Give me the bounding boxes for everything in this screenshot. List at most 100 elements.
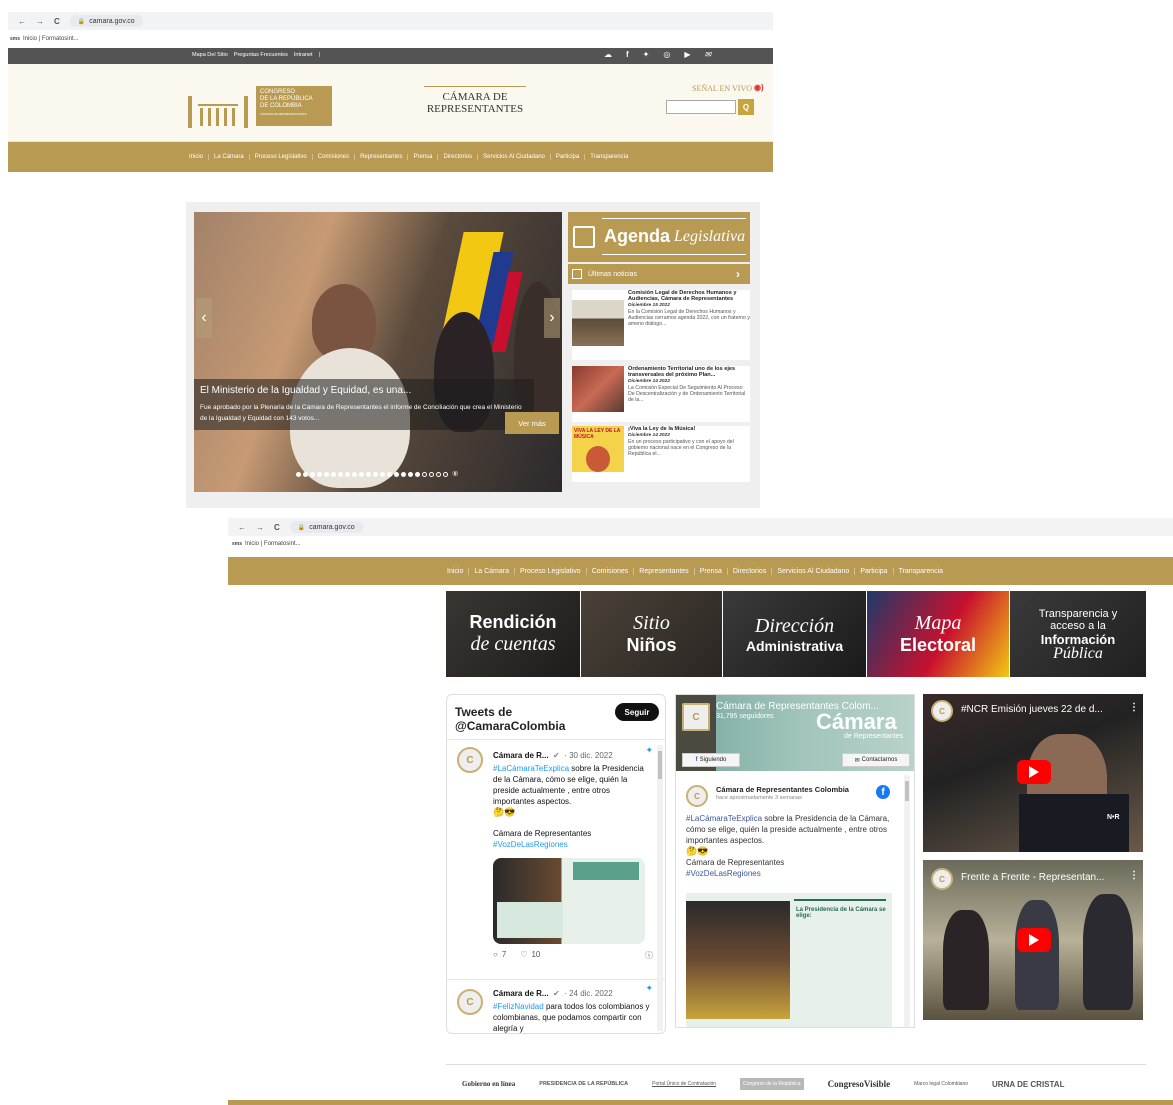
link-mapa-sitio[interactable]: Mapa Del Sitio <box>192 52 228 58</box>
slider-dot[interactable] <box>331 472 336 477</box>
play-button[interactable] <box>1017 760 1051 784</box>
nav-transparencia[interactable]: Transparencia <box>584 154 633 160</box>
tweet[interactable]: C Cámara de R... ✔ · 30 dic. 2022 ✦ #LaC… <box>457 745 653 975</box>
urna-de-cristal-logo[interactable]: URNA DE CRISTAL <box>992 1080 1064 1089</box>
nav-inicio[interactable]: Inicio <box>442 568 468 575</box>
slider-dot[interactable] <box>359 472 364 477</box>
tweet-author[interactable]: Cámara de R... <box>493 989 549 998</box>
slider-dot[interactable] <box>324 472 329 477</box>
more-options-icon[interactable]: ⋮ <box>1129 702 1139 713</box>
tile-transparencia[interactable]: Transparencia y acceso a la Información … <box>1010 591 1146 677</box>
nav-prensa[interactable]: Prensa <box>407 154 437 160</box>
address-bar[interactable]: 🔒 camara.gov.co <box>69 15 143 27</box>
tweet-author[interactable]: Cámara de R... <box>493 751 549 760</box>
slider-dot[interactable] <box>394 472 399 477</box>
tile-sitio-ninos[interactable]: Sitio Niños <box>581 591 722 677</box>
nav-representantes[interactable]: Representantes <box>354 154 407 160</box>
hashtag-link[interactable]: #LaCámaraTeExplica <box>686 814 762 823</box>
follow-button[interactable]: Seguir <box>615 703 659 721</box>
congreso-visible-logo[interactable]: CongresoVisible <box>828 1079 891 1089</box>
forward-icon[interactable]: → <box>256 523 264 532</box>
agenda-legislativa-banner[interactable]: Agenda Legislativa <box>568 212 750 262</box>
news-item[interactable]: Comisión Legal de Derechos Humanos y Aud… <box>572 290 750 360</box>
video-title[interactable]: #NCR Emisión jueves 22 de d... <box>961 704 1121 715</box>
marco-legal-logo[interactable]: Marco legal Colombiano <box>914 1081 968 1087</box>
hashtag-link[interactable]: #VozDeLasRegiones <box>686 868 896 879</box>
avatar[interactable]: C <box>686 785 708 807</box>
slider-dot[interactable] <box>310 472 315 477</box>
slider-dot[interactable] <box>317 472 322 477</box>
nav-representantes[interactable]: Representantes <box>633 567 693 575</box>
slider-dot[interactable] <box>408 472 413 477</box>
nav-inicio[interactable]: Inicio <box>184 154 208 160</box>
news-item[interactable]: VIVA LA LEY DE LA MÚSICA ¡Viva la Ley de… <box>572 426 750 482</box>
news-title[interactable]: Comisión Legal de Derechos Humanos y Aud… <box>628 290 750 302</box>
nav-la-camara[interactable]: La Cámara <box>468 567 514 575</box>
news-slider[interactable]: ‹ › El Ministerio de la Igualdad y Equid… <box>194 212 562 492</box>
fb-contact-button[interactable]: ✉ Contactarnos <box>842 753 910 767</box>
info-icon[interactable]: ⓘ <box>645 950 653 961</box>
hashtag-link[interactable]: #LaCámaraTeExplica <box>493 764 569 773</box>
avatar[interactable]: C <box>457 747 483 773</box>
avatar[interactable]: C <box>457 989 483 1015</box>
facebook-cover[interactable]: C Cámara de Representantes Colom... 31,7… <box>676 695 914 771</box>
address-bar[interactable]: 🔒 camara.gov.co <box>289 521 363 533</box>
bookmark-link[interactable]: Inicio | Formatosint... <box>245 541 301 547</box>
back-icon[interactable]: ← <box>18 17 26 26</box>
nav-proceso-legislativo[interactable]: Proceso Legislativo <box>513 567 586 575</box>
reload-icon[interactable]: C <box>274 523 280 532</box>
play-button[interactable] <box>1017 928 1051 952</box>
senal-en-vivo-link[interactable]: SEÑAL EN VIVO <box>692 84 752 93</box>
slide-title[interactable]: El Ministerio de la Igualdad y Equidad, … <box>200 385 528 396</box>
slider-prev-button[interactable]: ‹ <box>196 298 212 338</box>
tweet-date[interactable]: · 30 dic. 2022 <box>564 751 612 760</box>
facebook-scrollbar[interactable] <box>904 775 910 1027</box>
nav-prensa[interactable]: Prensa <box>693 567 727 575</box>
congreso-logo[interactable]: CONGRESO DE LA REPÚBLICA DE COLOMBIA CÁM… <box>188 82 336 130</box>
news-title[interactable]: Ordenamiento Territorial uno de los ejes… <box>628 366 750 378</box>
slider-dot[interactable] <box>380 472 385 477</box>
tweet[interactable]: C Cámara de R... ✔ · 24 dic. 2022 ✦ #Fel… <box>457 983 653 1033</box>
facebook-icon[interactable]: f <box>626 50 629 59</box>
slider-dot[interactable] <box>429 472 434 477</box>
gobierno-en-linea-logo[interactable]: Gobierno en línea <box>462 1080 515 1088</box>
tile-direccion-administrativa[interactable]: Dirección Administrativa <box>723 591 866 677</box>
slider-dots[interactable]: ⑧ <box>296 471 458 478</box>
channel-avatar[interactable]: C <box>931 700 953 722</box>
flickr-icon[interactable]: ✉ <box>705 50 712 59</box>
reload-icon[interactable]: C <box>54 17 60 26</box>
nav-proceso-legislativo[interactable]: Proceso Legislativo <box>248 154 312 160</box>
link-intranet[interactable]: Intranet <box>294 52 313 58</box>
nav-participa[interactable]: Participa <box>549 154 584 160</box>
nav-directorios[interactable]: Directorios <box>726 567 771 575</box>
search-input[interactable] <box>666 100 736 114</box>
reply-icon[interactable]: ○ <box>493 950 498 961</box>
hashtag-link[interactable]: #FelizNavidad <box>493 1002 544 1011</box>
back-icon[interactable]: ← <box>238 523 246 532</box>
fb-post[interactable]: C Cámara de Representantes Colombia hace… <box>686 783 902 1027</box>
youtube-embed[interactable]: C Frente a Frente - Representan... ⋮ <box>923 860 1143 1020</box>
news-title[interactable]: ¡Viva la Ley de la Música! <box>628 426 750 432</box>
instagram-icon[interactable]: ◎ <box>663 50 670 59</box>
nav-participa[interactable]: Participa <box>854 567 892 575</box>
twitter-icon[interactable]: ✦ <box>643 50 650 59</box>
forward-icon[interactable]: → <box>36 17 44 26</box>
cloud-icon[interactable]: ☁ <box>604 50 612 59</box>
slider-dot[interactable] <box>303 472 308 477</box>
slider-dot[interactable] <box>436 472 441 477</box>
slider-dot[interactable] <box>415 472 420 477</box>
fb-post-time[interactable]: hace aproximadamente 3 semanas <box>716 795 802 801</box>
congreso-logo-footer[interactable]: Congreso de la República <box>740 1078 804 1090</box>
video-title[interactable]: Frente a Frente - Representan... <box>961 872 1121 883</box>
slider-dot[interactable] <box>338 472 343 477</box>
tweet-date[interactable]: · 24 dic. 2022 <box>564 989 612 998</box>
slider-dot[interactable] <box>352 472 357 477</box>
slider-dot[interactable] <box>387 472 392 477</box>
slider-next-button[interactable]: › <box>544 298 560 338</box>
news-item[interactable]: Ordenamiento Territorial uno de los ejes… <box>572 366 750 422</box>
tile-rendicion-cuentas[interactable]: Rendición de cuentas <box>446 591 580 677</box>
nav-comisiones[interactable]: Comisiones <box>311 154 354 160</box>
hashtag-link[interactable]: #VozDeLasRegiones <box>493 839 653 850</box>
avatar[interactable]: C <box>682 703 710 731</box>
fb-post-image[interactable]: La Presidencia de la Cámara se elige: <box>686 893 892 1027</box>
